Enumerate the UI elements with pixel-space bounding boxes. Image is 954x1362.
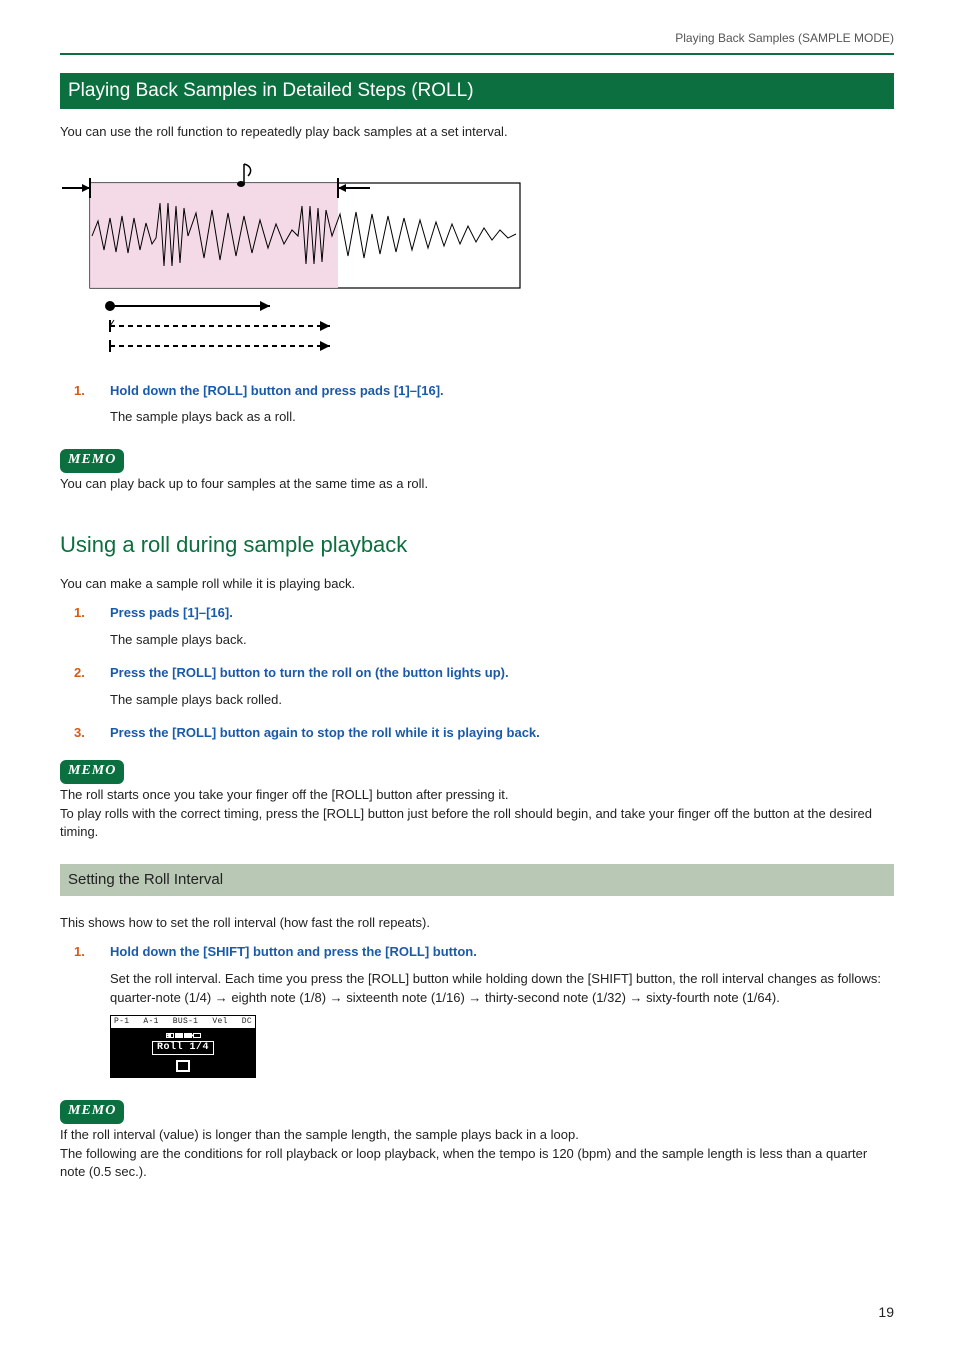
memo-text: If the roll interval (value) is longer t… bbox=[60, 1126, 894, 1183]
step-number: 3. bbox=[74, 724, 85, 743]
memo-text: The roll starts once you take your finge… bbox=[60, 786, 894, 843]
section-heading-roll-interval: Setting the Roll Interval bbox=[60, 864, 894, 896]
memo-badge: MEMO bbox=[60, 1100, 124, 1123]
step-number: 2. bbox=[74, 664, 85, 683]
section3-intro: This shows how to set the roll interval … bbox=[60, 914, 894, 933]
step-number: 1. bbox=[74, 943, 85, 962]
section3-steps: 1. Hold down the [SHIFT] button and pres… bbox=[60, 943, 894, 1089]
lcd-roll-value: Roll 1/4 bbox=[152, 1041, 214, 1055]
memo-text: You can play back up to four samples at … bbox=[60, 475, 894, 494]
lcd-field: P-1 bbox=[114, 1018, 129, 1026]
step-body: The sample plays back. bbox=[110, 631, 894, 650]
waveform-diagram bbox=[60, 158, 530, 358]
breadcrumb: Playing Back Samples (SAMPLE MODE) bbox=[60, 30, 894, 55]
step-title: Hold down the [SHIFT] button and press t… bbox=[110, 944, 477, 959]
step-number: 1. bbox=[74, 604, 85, 623]
step-title: Press the [ROLL] button to turn the roll… bbox=[110, 665, 509, 680]
list-item: 1. Hold down the [SHIFT] button and pres… bbox=[60, 943, 894, 1089]
page-number: 19 bbox=[60, 1302, 894, 1322]
section2-intro: You can make a sample roll while it is p… bbox=[60, 575, 894, 594]
section1-intro: You can use the roll function to repeate… bbox=[60, 123, 894, 142]
step-title: Hold down the [ROLL] button and press pa… bbox=[110, 383, 444, 398]
step-body: The sample plays back as a roll. bbox=[110, 408, 894, 427]
section2-steps: 1. Press pads [1]–[16]. The sample plays… bbox=[60, 604, 894, 748]
list-item: 1. Hold down the [ROLL] button and press… bbox=[60, 382, 894, 438]
list-item: 1. Press pads [1]–[16]. The sample plays… bbox=[60, 604, 894, 660]
step-number: 1. bbox=[74, 382, 85, 401]
section-heading-using-roll: Using a roll during sample playback bbox=[60, 529, 894, 561]
step-title: Press pads [1]–[16]. bbox=[110, 605, 233, 620]
section-heading-roll: Playing Back Samples in Detailed Steps (… bbox=[60, 73, 894, 109]
step-body: Set the roll interval. Each time you pre… bbox=[110, 970, 894, 1008]
lcd-field: BUS-1 bbox=[173, 1018, 199, 1026]
step-body: The sample plays back rolled. bbox=[110, 691, 894, 710]
lcd-field: DC bbox=[242, 1018, 252, 1026]
list-item: 2. Press the [ROLL] button to turn the r… bbox=[60, 664, 894, 720]
lcd-screenshot: P-1 A-1 BUS-1 Vel DC ◄ ► Roll 1/4 bbox=[110, 1015, 256, 1078]
list-item: 3. Press the [ROLL] button again to stop… bbox=[60, 724, 894, 749]
step-title: Press the [ROLL] button again to stop th… bbox=[110, 725, 540, 740]
section1-steps: 1. Hold down the [ROLL] button and press… bbox=[60, 382, 894, 438]
memo-badge: MEMO bbox=[60, 449, 124, 472]
lcd-field: A-1 bbox=[143, 1018, 158, 1026]
memo-badge: MEMO bbox=[60, 760, 124, 783]
lcd-field: Vel bbox=[212, 1018, 227, 1026]
